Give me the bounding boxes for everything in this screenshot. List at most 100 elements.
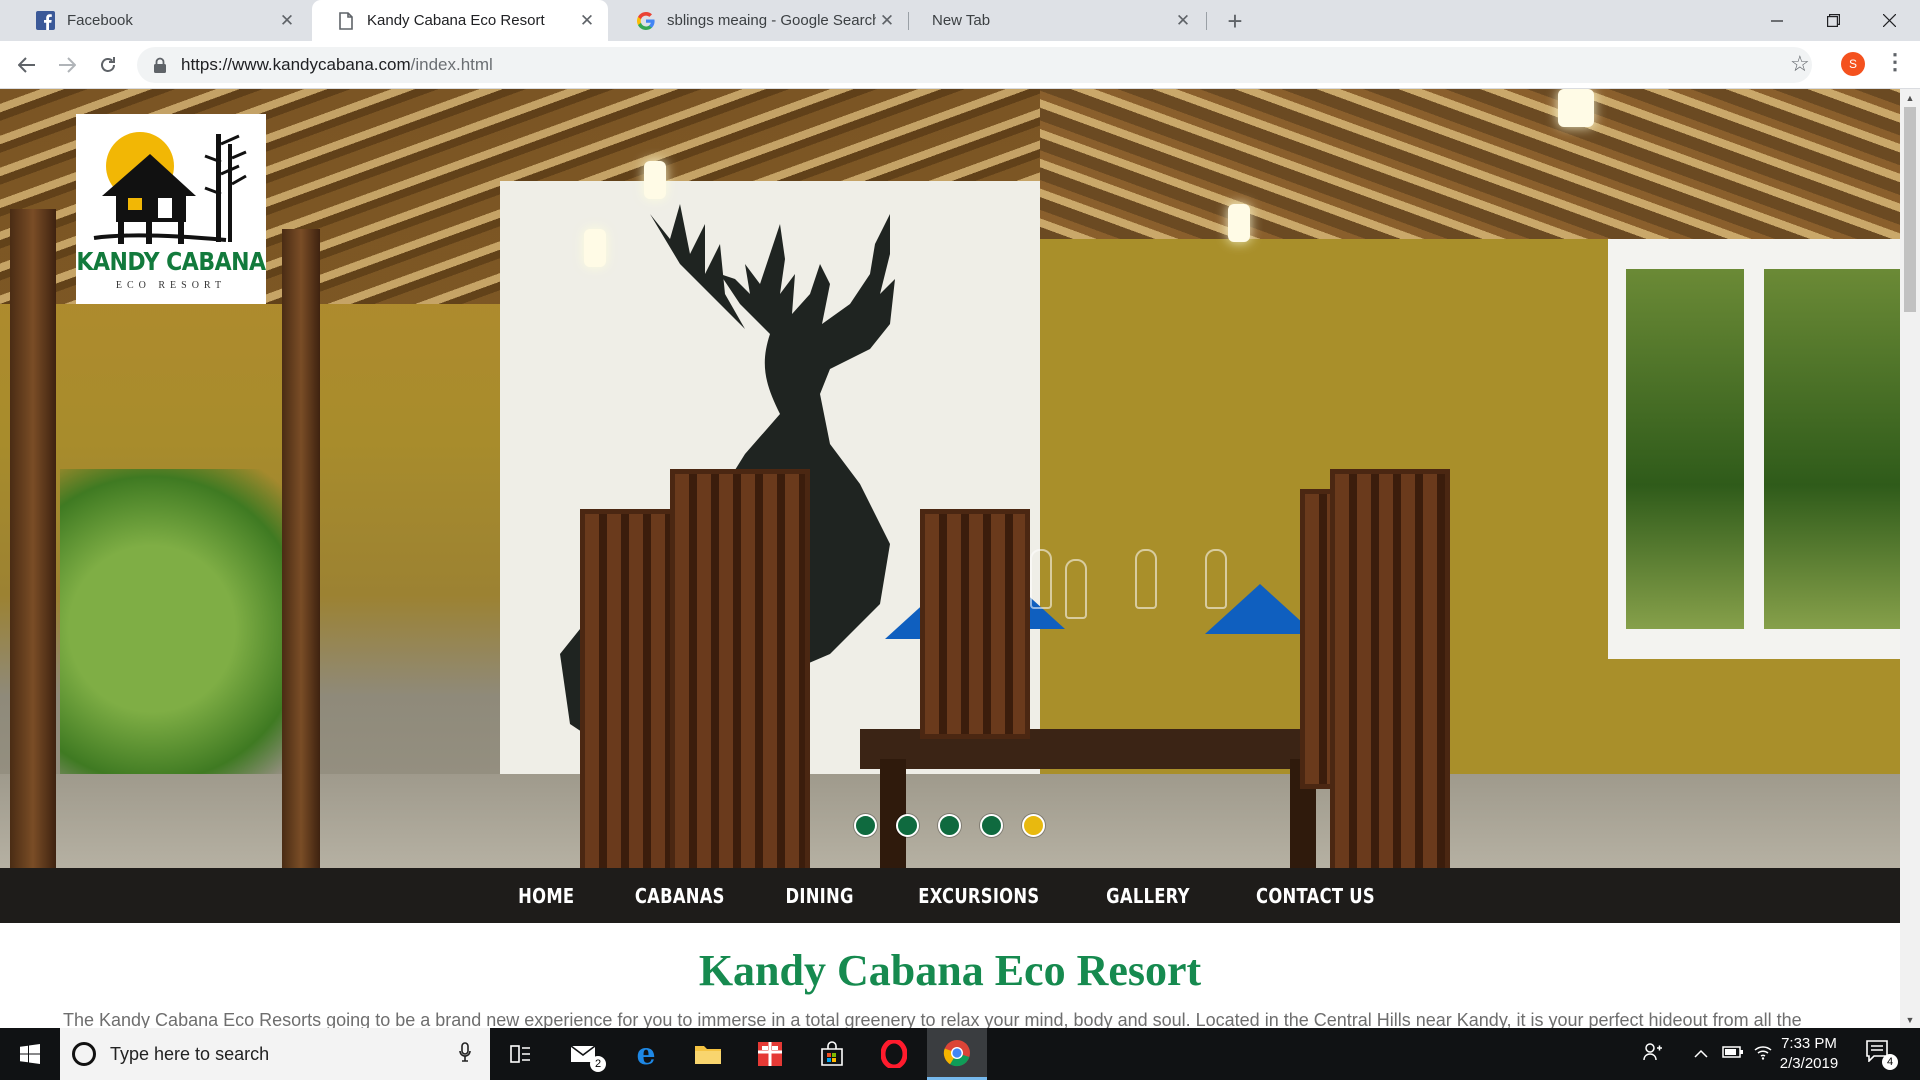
gift-icon xyxy=(758,1042,782,1066)
folder-icon xyxy=(695,1046,721,1064)
close-window-button[interactable] xyxy=(1858,0,1920,41)
gift-app-button[interactable] xyxy=(741,1028,799,1080)
carousel-dot[interactable] xyxy=(980,814,1003,837)
clock-time: 7:33 PM xyxy=(1781,1035,1837,1052)
task-view-icon xyxy=(510,1045,530,1063)
start-button[interactable] xyxy=(0,1028,60,1080)
tab-strip: Facebook ✕ Kandy Cabana Eco Resort ✕ sbl… xyxy=(0,0,1920,41)
store-button[interactable] xyxy=(803,1028,861,1080)
close-icon xyxy=(1882,14,1896,27)
tab-title: Facebook xyxy=(67,12,133,29)
clock-date: 2/3/2019 xyxy=(1779,1055,1839,1072)
minimize-icon xyxy=(1771,19,1783,22)
wooden-pillar-graphic xyxy=(10,209,56,868)
nav-gallery[interactable]: GALLERY xyxy=(1106,884,1190,908)
people-icon[interactable] xyxy=(1636,1042,1670,1066)
scroll-down-arrow-icon[interactable]: ▼ xyxy=(1900,1011,1920,1028)
chrome-button[interactable] xyxy=(927,1028,987,1080)
nav-contact-us[interactable]: CONTACT US xyxy=(1256,884,1375,908)
chair-graphic xyxy=(920,509,1030,739)
tab-title: New Tab xyxy=(932,12,991,29)
store-icon xyxy=(821,1041,843,1066)
reload-icon xyxy=(101,57,115,72)
intro-paragraph: The Kandy Cabana Eco Resorts going to be… xyxy=(63,1010,1802,1028)
window-graphic xyxy=(1608,239,1900,659)
tab-google-search[interactable]: sblings meaing - Google Search ✕ xyxy=(612,0,908,41)
restore-icon xyxy=(1826,14,1840,27)
page-scrollbar[interactable]: ▲ ▼ xyxy=(1900,89,1920,1028)
back-button[interactable] xyxy=(11,49,43,81)
wine-glass-graphic xyxy=(1030,549,1052,609)
close-tab-icon[interactable]: ✕ xyxy=(276,10,298,32)
reload-button[interactable] xyxy=(92,49,124,81)
google-icon xyxy=(636,11,655,30)
chair-graphic xyxy=(670,469,810,868)
main-navigation: HOME CABANAS DINING EXCURSIONS GALLERY C… xyxy=(0,868,1900,923)
url-path: /index.html xyxy=(410,55,493,74)
scrollbar-thumb[interactable] xyxy=(1904,107,1916,312)
edge-button[interactable]: e xyxy=(617,1028,675,1080)
pendant-lamp-graphic xyxy=(584,229,606,267)
battery-icon[interactable] xyxy=(1718,1045,1748,1064)
chevron-up-icon[interactable] xyxy=(1684,1045,1718,1063)
system-tray xyxy=(1636,1028,1778,1080)
arrow-right-icon xyxy=(59,57,76,73)
cabana-logo-icon xyxy=(93,132,247,244)
file-explorer-button[interactable] xyxy=(679,1028,737,1080)
wine-glass-graphic xyxy=(1205,549,1227,609)
carousel-dot[interactable] xyxy=(854,814,877,837)
taskbar-clock[interactable]: 7:33 PM 2/3/2019 xyxy=(1764,1034,1854,1074)
url-host: https://www.kandycabana.com xyxy=(181,55,411,74)
hero-slideshow-image xyxy=(0,89,1900,868)
wine-glass-graphic xyxy=(1135,549,1157,609)
tab-new-tab[interactable]: New Tab ✕ xyxy=(908,0,1204,41)
pendant-lamp-graphic xyxy=(1558,89,1594,127)
action-center-button[interactable]: 4 xyxy=(1866,1040,1898,1070)
close-tab-icon[interactable]: ✕ xyxy=(876,10,898,32)
mail-badge: 2 xyxy=(590,1056,606,1072)
cortana-icon xyxy=(72,1042,96,1066)
kebab-menu-icon[interactable]: ⋮ xyxy=(1884,49,1906,75)
tab-title: Kandy Cabana Eco Resort xyxy=(367,12,545,29)
microphone-icon[interactable] xyxy=(450,1041,480,1067)
forward-button[interactable] xyxy=(51,49,83,81)
carousel-dot[interactable] xyxy=(938,814,961,837)
new-tab-button[interactable]: + xyxy=(1220,6,1250,36)
restore-button[interactable] xyxy=(1802,0,1864,41)
chrome-icon xyxy=(943,1039,970,1066)
page-title: Kandy Cabana Eco Resort xyxy=(698,946,1202,995)
arrow-left-icon xyxy=(18,57,35,73)
taskbar-search[interactable]: Type here to search xyxy=(60,1028,490,1080)
search-placeholder: Type here to search xyxy=(110,1043,270,1064)
close-tab-icon[interactable]: ✕ xyxy=(576,10,598,32)
scroll-up-arrow-icon[interactable]: ▲ xyxy=(1900,89,1920,106)
pendant-lamp-graphic xyxy=(1228,204,1250,242)
carousel-dot-active[interactable] xyxy=(1022,814,1045,837)
tab-facebook[interactable]: Facebook ✕ xyxy=(12,0,308,41)
nav-cabanas[interactable]: CABANAS xyxy=(634,884,724,908)
site-logo[interactable]: KANDY CABANA ECO RESORT xyxy=(76,114,266,304)
opera-icon xyxy=(881,1040,907,1068)
edge-icon: e xyxy=(636,1036,656,1072)
close-tab-icon[interactable]: ✕ xyxy=(1172,10,1194,32)
nav-home[interactable]: HOME xyxy=(518,884,574,908)
chair-graphic xyxy=(1330,469,1450,868)
tab-title: sblings meaing - Google Search xyxy=(667,12,876,29)
minimize-button[interactable] xyxy=(1746,0,1808,41)
lock-icon xyxy=(154,57,166,73)
windows-taskbar: Type here to search 2 e 7:33 PM 2/3/2019… xyxy=(0,1028,1920,1080)
address-bar[interactable]: https://www.kandycabana.com/index.html xyxy=(137,47,1812,83)
wooden-pillar-graphic xyxy=(282,229,320,868)
profile-avatar[interactable]: S xyxy=(1841,52,1865,76)
tab-kandy-cabana[interactable]: Kandy Cabana Eco Resort ✕ xyxy=(312,0,608,41)
wine-glass-graphic xyxy=(1065,559,1087,619)
bookmark-star-icon[interactable]: ☆ xyxy=(1790,51,1810,77)
opera-button[interactable] xyxy=(865,1028,923,1080)
task-view-button[interactable] xyxy=(492,1028,550,1080)
page-icon xyxy=(336,11,355,30)
mail-app-button[interactable]: 2 xyxy=(556,1028,614,1080)
nav-dining[interactable]: DINING xyxy=(786,884,854,908)
nav-excursions[interactable]: EXCURSIONS xyxy=(919,884,1040,908)
carousel-dot[interactable] xyxy=(896,814,919,837)
page-viewport: KANDY CABANA ECO RESORT HOME CABANAS DIN… xyxy=(0,89,1900,1028)
